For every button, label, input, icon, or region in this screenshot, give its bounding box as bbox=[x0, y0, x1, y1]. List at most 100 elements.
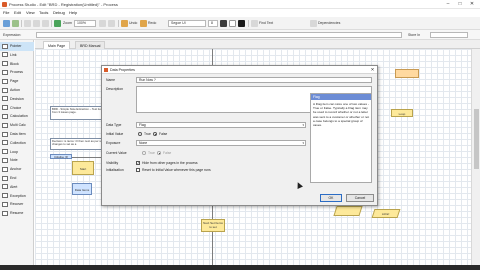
tab-main-page[interactable]: Main Page bbox=[43, 41, 71, 49]
tool-alert[interactable]: Alert bbox=[0, 183, 34, 192]
exposure-label: Exposure bbox=[106, 141, 121, 145]
initial-false-radio[interactable] bbox=[153, 132, 157, 136]
print-icon[interactable] bbox=[12, 20, 19, 27]
canvas-shape[interactable] bbox=[395, 69, 419, 78]
visibility-checkbox[interactable]: ✓ bbox=[136, 161, 140, 165]
tool-label: End bbox=[10, 176, 17, 180]
current-false-label: False bbox=[163, 151, 172, 155]
toolbox-panel: Pointer Link Block Process Page Action D… bbox=[0, 40, 34, 266]
paste-icon[interactable] bbox=[42, 20, 49, 27]
store-in-input[interactable] bbox=[430, 32, 468, 38]
current-true-radio bbox=[142, 151, 146, 155]
undo-icon[interactable] bbox=[121, 20, 128, 27]
tool-loop[interactable]: Loop bbox=[0, 148, 34, 157]
dialog-close-icon[interactable]: ✕ bbox=[368, 66, 377, 74]
tool-data-item[interactable]: Data Item bbox=[0, 130, 34, 139]
data-item-shape[interactable]: Data Items bbox=[72, 183, 92, 195]
tool-recover[interactable]: Recover bbox=[0, 200, 34, 209]
toolbar-separator bbox=[118, 20, 119, 27]
loop-icon bbox=[2, 149, 8, 155]
tool-block[interactable]: Block bbox=[0, 60, 34, 69]
initial-false-label: False bbox=[159, 132, 168, 136]
tool-decision[interactable]: Decision bbox=[0, 95, 34, 104]
start-shape[interactable]: Start bbox=[72, 161, 94, 175]
tool-resume[interactable]: Resume bbox=[0, 209, 34, 218]
tool-page[interactable]: Page bbox=[0, 77, 34, 86]
tool-pointer[interactable]: Pointer bbox=[0, 42, 34, 51]
tool-label: Block bbox=[10, 61, 19, 66]
zoom-combo[interactable]: 100% bbox=[74, 20, 96, 27]
title-bar: Process Studio - Edit "BRD - Registratio… bbox=[0, 0, 480, 9]
initialisation-checkbox[interactable] bbox=[136, 168, 140, 172]
redo-icon[interactable] bbox=[140, 20, 147, 27]
exposure-select[interactable]: None ▾ bbox=[136, 140, 306, 146]
menu-help[interactable]: Help bbox=[69, 10, 77, 15]
tool-exception[interactable]: Exception bbox=[0, 192, 34, 201]
tab-brd-manual[interactable]: BRD Manual bbox=[75, 41, 106, 49]
dependencies-label[interactable]: Dependencies bbox=[318, 21, 340, 25]
color-icon[interactable] bbox=[229, 20, 236, 27]
process-icon bbox=[2, 69, 8, 75]
canvas-note[interactable]: Decision: is items >0 then next as per s… bbox=[50, 138, 108, 150]
dependencies-icon[interactable] bbox=[310, 20, 317, 27]
data-type-select[interactable]: Flag ▾ bbox=[136, 122, 306, 128]
calculation-icon bbox=[2, 113, 8, 119]
tool-end[interactable]: End bbox=[0, 174, 34, 183]
menu-file[interactable]: File bbox=[3, 10, 9, 15]
data-item-icon bbox=[2, 131, 8, 137]
help-heading: Flag bbox=[311, 94, 371, 100]
exception-icon bbox=[2, 193, 8, 199]
next-set-shape[interactable]: Next Set Items to set bbox=[201, 219, 225, 232]
block-icon bbox=[2, 61, 8, 67]
tool-label: Page bbox=[10, 79, 19, 84]
menu-debug[interactable]: Debug bbox=[53, 10, 65, 15]
tool-anchor[interactable]: Anchor bbox=[0, 165, 34, 174]
zoom-in-icon[interactable] bbox=[99, 20, 106, 27]
tool-collection[interactable]: Collection bbox=[0, 139, 34, 148]
canvas-shape[interactable] bbox=[333, 206, 363, 216]
undo-label[interactable]: Undo bbox=[129, 21, 137, 25]
play-icon[interactable] bbox=[54, 20, 61, 27]
toolbar: Zoom 100% Undo Redo Segoe UI 8 Find Text… bbox=[0, 17, 480, 30]
ok-button[interactable]: OK bbox=[320, 194, 342, 202]
app-icon bbox=[2, 2, 7, 7]
find-text-label[interactable]: Find Text bbox=[259, 21, 273, 25]
tool-calculation[interactable]: Calculation bbox=[0, 112, 34, 121]
chevron-down-icon: ▾ bbox=[302, 141, 304, 145]
canvas-block[interactable]: Initialise (if) bbox=[50, 154, 72, 159]
find-icon[interactable] bbox=[251, 20, 258, 27]
font-size-combo[interactable]: 8 bbox=[208, 20, 218, 27]
tool-process[interactable]: Process bbox=[0, 68, 34, 77]
visibility-label: Visibility bbox=[106, 161, 119, 165]
scrollbar-thumb[interactable] bbox=[474, 109, 479, 169]
current-false-radio bbox=[157, 151, 161, 155]
vertical-scrollbar[interactable] bbox=[471, 49, 480, 265]
done-shape[interactable]: Done bbox=[371, 209, 401, 218]
menu-edit[interactable]: Edit bbox=[14, 10, 21, 15]
pointer-icon bbox=[2, 43, 8, 49]
maximize-icon[interactable]: □ bbox=[454, 1, 466, 8]
cancel-button[interactable]: Cancel bbox=[346, 194, 374, 202]
bold-icon[interactable] bbox=[220, 20, 227, 27]
menu-tools[interactable]: Tools bbox=[39, 10, 48, 15]
tool-multi-calc[interactable]: Multi Calc bbox=[0, 121, 34, 130]
redo-label[interactable]: Redo bbox=[148, 21, 156, 25]
tool-choice[interactable]: Choice bbox=[0, 104, 34, 113]
tool-link[interactable]: Link bbox=[0, 51, 34, 60]
copy-icon[interactable] bbox=[33, 20, 40, 27]
font-combo[interactable]: Segoe UI bbox=[168, 20, 206, 27]
zoom-out-icon[interactable] bbox=[108, 20, 115, 27]
initial-true-radio[interactable] bbox=[138, 132, 142, 136]
minimize-icon[interactable]: – bbox=[442, 1, 454, 8]
name-field[interactable]: Run Now ? bbox=[136, 77, 372, 83]
loop-shape[interactable]: Loop bbox=[391, 109, 413, 117]
save-icon[interactable] bbox=[3, 20, 10, 27]
menu-view[interactable]: View bbox=[26, 10, 35, 15]
cut-icon[interactable] bbox=[24, 20, 31, 27]
tool-action[interactable]: Action bbox=[0, 86, 34, 95]
initialisation-label: Initialisation bbox=[106, 168, 124, 172]
fill-color-icon[interactable] bbox=[238, 20, 245, 27]
close-icon[interactable]: ✕ bbox=[466, 1, 478, 8]
expression-input[interactable] bbox=[36, 32, 402, 38]
tool-note[interactable]: Note bbox=[0, 156, 34, 165]
